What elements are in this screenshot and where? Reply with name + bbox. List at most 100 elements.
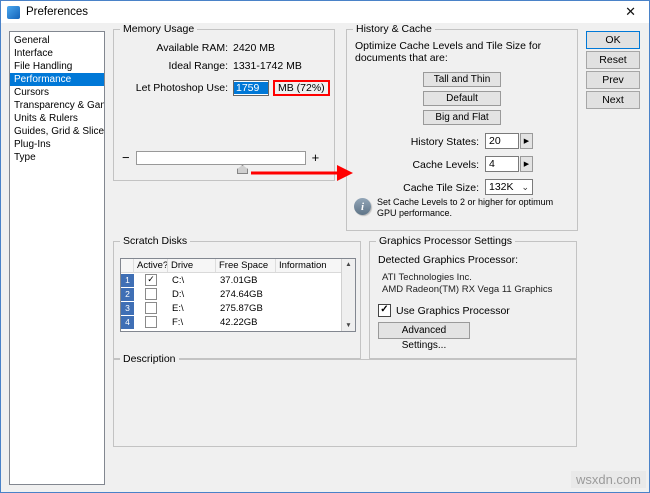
dialog-icon [7, 5, 20, 19]
available-ram-value: 2420 MB [233, 42, 276, 54]
scratch-disks-title: Scratch Disks [120, 235, 191, 247]
scratch-disks-table: Active? Drive Free Space Information 1 ✓… [120, 258, 356, 332]
history-states-label: History States: [410, 136, 479, 148]
sidebar-item-guides-grid-slices[interactable]: Guides, Grid & Slices [10, 125, 104, 138]
active-cell [134, 288, 168, 300]
sidebar-item-performance[interactable]: Performance [10, 73, 104, 86]
sidebar-item-transparency-gamut[interactable]: Transparency & Gamut [10, 99, 104, 112]
gpu-performance-note: Set Cache Levels to 2 or higher for opti… [377, 197, 554, 218]
description-title: Description [120, 353, 179, 365]
ideal-range-value: 1331-1742 MB [233, 60, 302, 72]
row-number: 3 [121, 301, 134, 315]
let-photoshop-use-label: Let Photoshop Use: [135, 82, 228, 94]
free-space-cell: 37.01GB [220, 274, 258, 286]
cache-tile-size-dropdown[interactable]: 132K ⌄ [485, 179, 533, 195]
row-number: 2 [121, 287, 134, 301]
active-cell: ✓ [134, 274, 168, 286]
chevron-down-icon: ⌄ [521, 181, 529, 192]
sidebar-item-interface[interactable]: Interface [10, 47, 104, 60]
use-gpu-checkbox[interactable]: ✓ [378, 304, 391, 317]
sidebar-item-general[interactable]: General [10, 34, 104, 47]
sidebar-item-file-handling[interactable]: File Handling [10, 60, 104, 73]
history-states-spinner-icon[interactable]: ▶ [520, 133, 533, 149]
reset-button[interactable]: Reset [586, 51, 640, 69]
memory-amount-value: 1759 [234, 82, 268, 94]
sidebar-item-cursors[interactable]: Cursors [10, 86, 104, 99]
sidebar-item-type[interactable]: Type [10, 151, 104, 164]
slider-minus-icon[interactable]: − [122, 150, 130, 165]
let-photoshop-use-row: Let Photoshop Use: 1759 MB (72%) [120, 80, 330, 96]
table-row[interactable]: 1 ✓ C:\ 37.01GB [121, 273, 341, 287]
gpu-model: AMD Radeon(TM) RX Vega 11 Graphics [382, 284, 553, 295]
history-states-input[interactable]: 20 [485, 133, 519, 149]
scroll-down-icon[interactable]: ▼ [345, 322, 351, 329]
scratch-table-header: Active? Drive Free Space Information [121, 259, 341, 273]
graphics-processor-group: Graphics Processor Settings Detected Gra… [369, 235, 577, 359]
preferences-dialog: Preferences ✕ General Interface File Han… [0, 0, 650, 493]
window-title: Preferences [26, 6, 89, 18]
ok-button[interactable]: OK [586, 31, 640, 49]
graphics-processor-title: Graphics Processor Settings [376, 235, 516, 247]
active-checkbox[interactable] [145, 316, 157, 328]
drive-cell: C:\ [172, 274, 185, 286]
memory-amount-input[interactable]: 1759 [233, 80, 269, 96]
drive-column-header: Drive [168, 259, 216, 272]
big-and-flat-button[interactable]: Big and Flat [423, 110, 501, 125]
gpu-vendor: ATI Technologies Inc. [382, 272, 472, 283]
row-number: 1 [121, 273, 134, 287]
free-space-cell: 42.22GB [220, 316, 258, 328]
cache-levels-spinner-icon[interactable]: ▶ [520, 156, 533, 172]
use-gpu-row: ✓ Use Graphics Processor [378, 304, 510, 317]
memory-usage-group: Memory Usage Available RAM: 2420 MB Idea… [113, 23, 335, 181]
scratch-disks-list: Active? Drive Free Space Information 1 ✓… [121, 259, 341, 331]
information-column-header: Information [279, 260, 327, 271]
cache-tile-size-label: Cache Tile Size: [403, 182, 479, 194]
cache-tile-size-value: 132K [489, 181, 514, 193]
default-button[interactable]: Default [423, 91, 501, 106]
table-row[interactable]: 2 D:\ 274.64GB [121, 287, 341, 301]
optimize-cache-text: Optimize Cache Levels and Tile Size for … [355, 40, 542, 64]
history-cache-group: History & Cache Optimize Cache Levels an… [346, 23, 578, 231]
memory-usage-title: Memory Usage [120, 23, 198, 35]
drive-cell: D:\ [172, 288, 185, 300]
free-space-column-header: Free Space [216, 259, 276, 272]
detected-gpu-label: Detected Graphics Processor: [378, 254, 519, 266]
free-space-cell: 274.64GB [220, 288, 263, 300]
memory-percent-suffix: MB (72%) [273, 80, 330, 96]
watermark: wsxdn.com [570, 471, 646, 488]
tall-and-thin-button[interactable]: Tall and Thin [423, 72, 501, 87]
use-gpu-label: Use Graphics Processor [396, 304, 510, 317]
drive-cell: F:\ [172, 316, 184, 328]
scroll-up-icon[interactable]: ▲ [345, 261, 351, 268]
active-column-header: Active? [134, 259, 168, 272]
table-row[interactable]: 3 E:\ 275.87GB [121, 301, 341, 315]
drive-cell: E:\ [172, 302, 184, 314]
active-cell [134, 302, 168, 314]
ideal-range-row: Ideal Range: 1331-1742 MB [120, 60, 302, 72]
ideal-range-label: Ideal Range: [168, 60, 228, 72]
description-group: Description [113, 353, 577, 447]
close-icon[interactable]: ✕ [620, 4, 641, 20]
cache-levels-input[interactable]: 4 [485, 156, 519, 172]
history-cache-title: History & Cache [353, 23, 435, 35]
red-arrow-annotation [251, 165, 353, 181]
advanced-settings-button[interactable]: Advanced Settings... [378, 322, 470, 351]
sidebar-item-plug-ins[interactable]: Plug-Ins [10, 138, 104, 151]
active-checkbox[interactable] [145, 302, 157, 314]
cache-levels-label: Cache Levels: [412, 159, 479, 171]
scratch-scrollbar[interactable]: ▲ ▼ [341, 259, 355, 331]
available-ram-row: Available RAM: 2420 MB [120, 42, 275, 54]
active-cell [134, 316, 168, 328]
active-checkbox[interactable]: ✓ [145, 274, 157, 286]
active-checkbox[interactable] [145, 288, 157, 300]
memory-slider-thumb[interactable] [237, 165, 248, 174]
preferences-nav: General Interface File Handling Performa… [9, 31, 105, 485]
scratch-disks-group: Scratch Disks Active? Drive Free Space I… [113, 235, 361, 359]
sidebar-item-units-rulers[interactable]: Units & Rulers [10, 112, 104, 125]
table-row[interactable]: 4 F:\ 42.22GB [121, 315, 341, 329]
info-icon: i [354, 198, 371, 215]
prev-button[interactable]: Prev [586, 71, 640, 89]
free-space-cell: 275.87GB [220, 302, 263, 314]
next-button[interactable]: Next [586, 91, 640, 109]
row-number: 4 [121, 315, 134, 329]
